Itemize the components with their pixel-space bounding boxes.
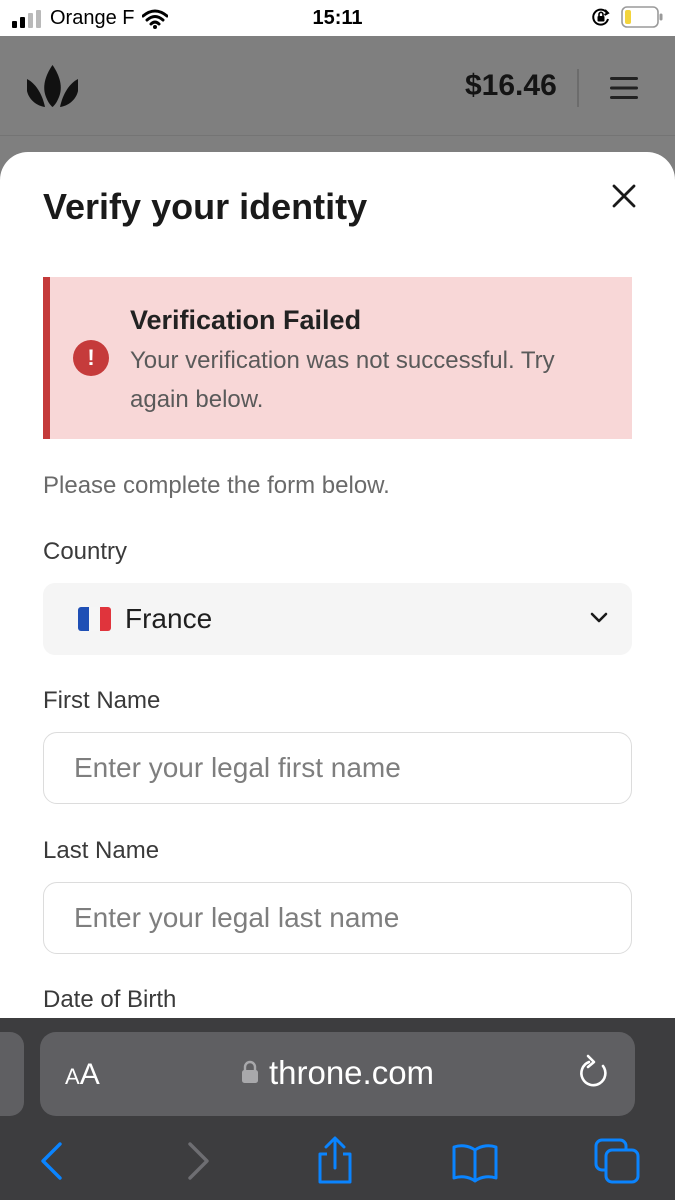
country-select[interactable]: France: [43, 583, 632, 655]
last-name-label: Last Name: [43, 837, 160, 864]
country-label: Country: [43, 538, 128, 565]
site-header: $16.46: [0, 36, 675, 136]
orientation-lock-icon: [592, 8, 610, 26]
browser-toolbar: AA throne.com: [0, 1018, 675, 1200]
reload-icon[interactable]: [577, 1054, 611, 1092]
modal-title: Verify your identity: [43, 186, 368, 227]
last-name-field[interactable]: [43, 882, 632, 954]
crown-logo-icon[interactable]: [25, 63, 80, 109]
france-flag-icon: [78, 607, 111, 631]
share-icon[interactable]: [310, 1136, 360, 1186]
dob-label: Date of Birth: [43, 986, 177, 1013]
first-name-field[interactable]: [43, 732, 632, 804]
chevron-down-icon: [590, 612, 608, 623]
tabs-icon[interactable]: [592, 1136, 642, 1186]
lock-icon: [241, 1061, 258, 1084]
url-display[interactable]: throne.com: [40, 1054, 635, 1092]
url-text: throne.com: [268, 1054, 435, 1091]
browser-nav-row: [0, 1126, 675, 1198]
bookmarks-icon[interactable]: [450, 1136, 500, 1186]
alert-message: Your verification was not successful. Tr…: [130, 347, 555, 413]
close-icon[interactable]: [606, 178, 642, 214]
address-bar[interactable]: AA throne.com: [40, 1032, 635, 1116]
menu-icon[interactable]: [608, 73, 640, 103]
country-value: France: [125, 603, 213, 634]
first-name-label: First Name: [43, 687, 161, 714]
form-intro: Please complete the form below.: [43, 472, 390, 499]
status-bar: Orange F 15:11: [0, 0, 675, 36]
alert-icon: !: [73, 340, 109, 376]
header-divider: [577, 69, 579, 107]
status-time: 15:11: [312, 7, 363, 29]
forward-icon[interactable]: [172, 1136, 222, 1186]
battery-icon: [621, 6, 663, 28]
back-icon[interactable]: [28, 1136, 78, 1186]
status-right: [591, 6, 663, 28]
verify-identity-modal: Verify your identity ! Verification Fail…: [0, 152, 675, 1018]
verification-failed-alert: ! Verification Failed Your verification …: [43, 277, 632, 439]
balance-amount[interactable]: $16.46: [465, 69, 557, 103]
previous-tab-peek[interactable]: [0, 1032, 24, 1116]
alert-title: Verification Failed: [130, 305, 362, 335]
